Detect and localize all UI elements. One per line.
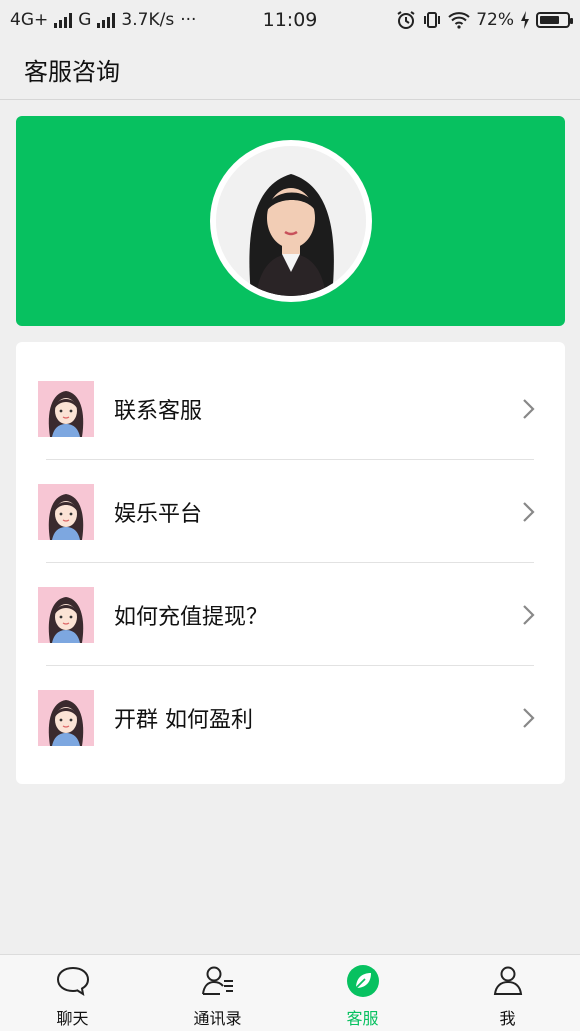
tab-customer-service[interactable]: 客服 (290, 955, 435, 1031)
tab-label: 我 (499, 1009, 516, 1028)
menu-item-group-profit[interactable]: 开群 如何盈利 (16, 666, 565, 769)
tab-me[interactable]: 我 (435, 955, 580, 1031)
clock: 11:09 (262, 9, 318, 31)
tab-label: 客服 (346, 1009, 379, 1028)
menu-item-label: 开群 如何盈利 (114, 707, 253, 733)
bottom-tab-bar: 聊天 通讯录 客服 我 (0, 954, 580, 1031)
battery-icon (536, 12, 573, 28)
avatar[interactable] (215, 146, 366, 296)
person-icon (493, 966, 522, 995)
menu-card: 联系客服 娱乐平台 如何充值提现？ 开群 如何盈利 (16, 342, 565, 784)
menu-item-label: 如何充值提现？ (114, 604, 269, 630)
cartoon-avatar-icon (38, 483, 94, 540)
tab-label: 聊天 (56, 1009, 89, 1028)
cartoon-avatar-icon (38, 586, 94, 643)
chevron-right-icon (523, 501, 535, 522)
leaf-icon (346, 965, 379, 997)
menu-item-label: 联系客服 (114, 398, 203, 424)
menu-item-entertainment-platform[interactable]: 娱乐平台 (16, 460, 565, 563)
avatar-ring (209, 140, 372, 302)
tab-label: 通讯录 (193, 1009, 242, 1028)
chevron-right-icon (523, 707, 535, 728)
cartoon-avatar-icon (38, 380, 94, 437)
profile-banner (16, 116, 565, 326)
status-bar: 4G+ G 3.7K/s ··· 11:09 72% (0, 0, 580, 40)
contacts-icon (201, 966, 233, 995)
chevron-right-icon (523, 604, 535, 625)
chat-bubble-icon (56, 966, 89, 997)
menu-item-label: 娱乐平台 (114, 501, 203, 527)
menu-item-recharge-withdraw[interactable]: 如何充值提现？ (16, 563, 565, 666)
battery-level (540, 16, 559, 24)
menu-item-contact-service[interactable]: 联系客服 (16, 357, 565, 460)
page-header: 客服咨询 (0, 40, 580, 100)
tab-chat[interactable]: 聊天 (0, 955, 145, 1031)
tab-contacts[interactable]: 通讯录 (145, 955, 290, 1031)
cartoon-avatar-icon (38, 689, 94, 746)
page-title: 客服咨询 (24, 58, 120, 86)
chevron-right-icon (523, 398, 535, 419)
profile-photo-icon (215, 146, 366, 296)
